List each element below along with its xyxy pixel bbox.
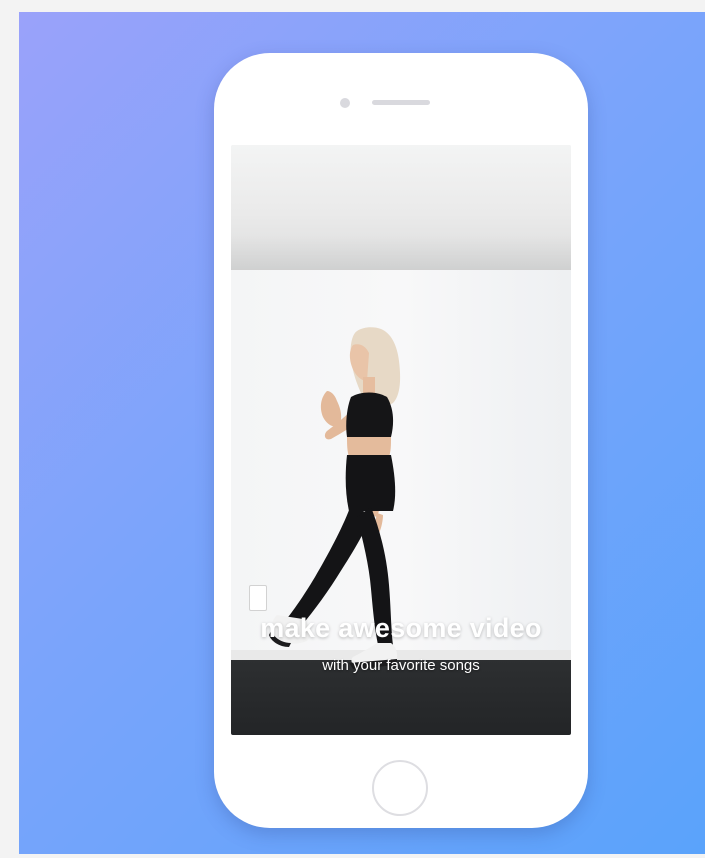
phone-mockup: make awesome video with your favorite so… <box>214 53 588 828</box>
front-camera-icon <box>340 98 350 108</box>
video-preview-screen[interactable]: make awesome video with your favorite so… <box>231 145 571 735</box>
speaker-slot-icon <box>372 100 430 105</box>
page-frame: make awesome video with your favorite so… <box>0 0 705 858</box>
gradient-background: make awesome video with your favorite so… <box>19 12 705 854</box>
headline-text: make awesome video <box>260 613 542 643</box>
home-button-icon[interactable] <box>372 760 428 816</box>
dancer-figure <box>269 327 401 669</box>
subheadline-text: with your favorite songs <box>322 657 480 674</box>
